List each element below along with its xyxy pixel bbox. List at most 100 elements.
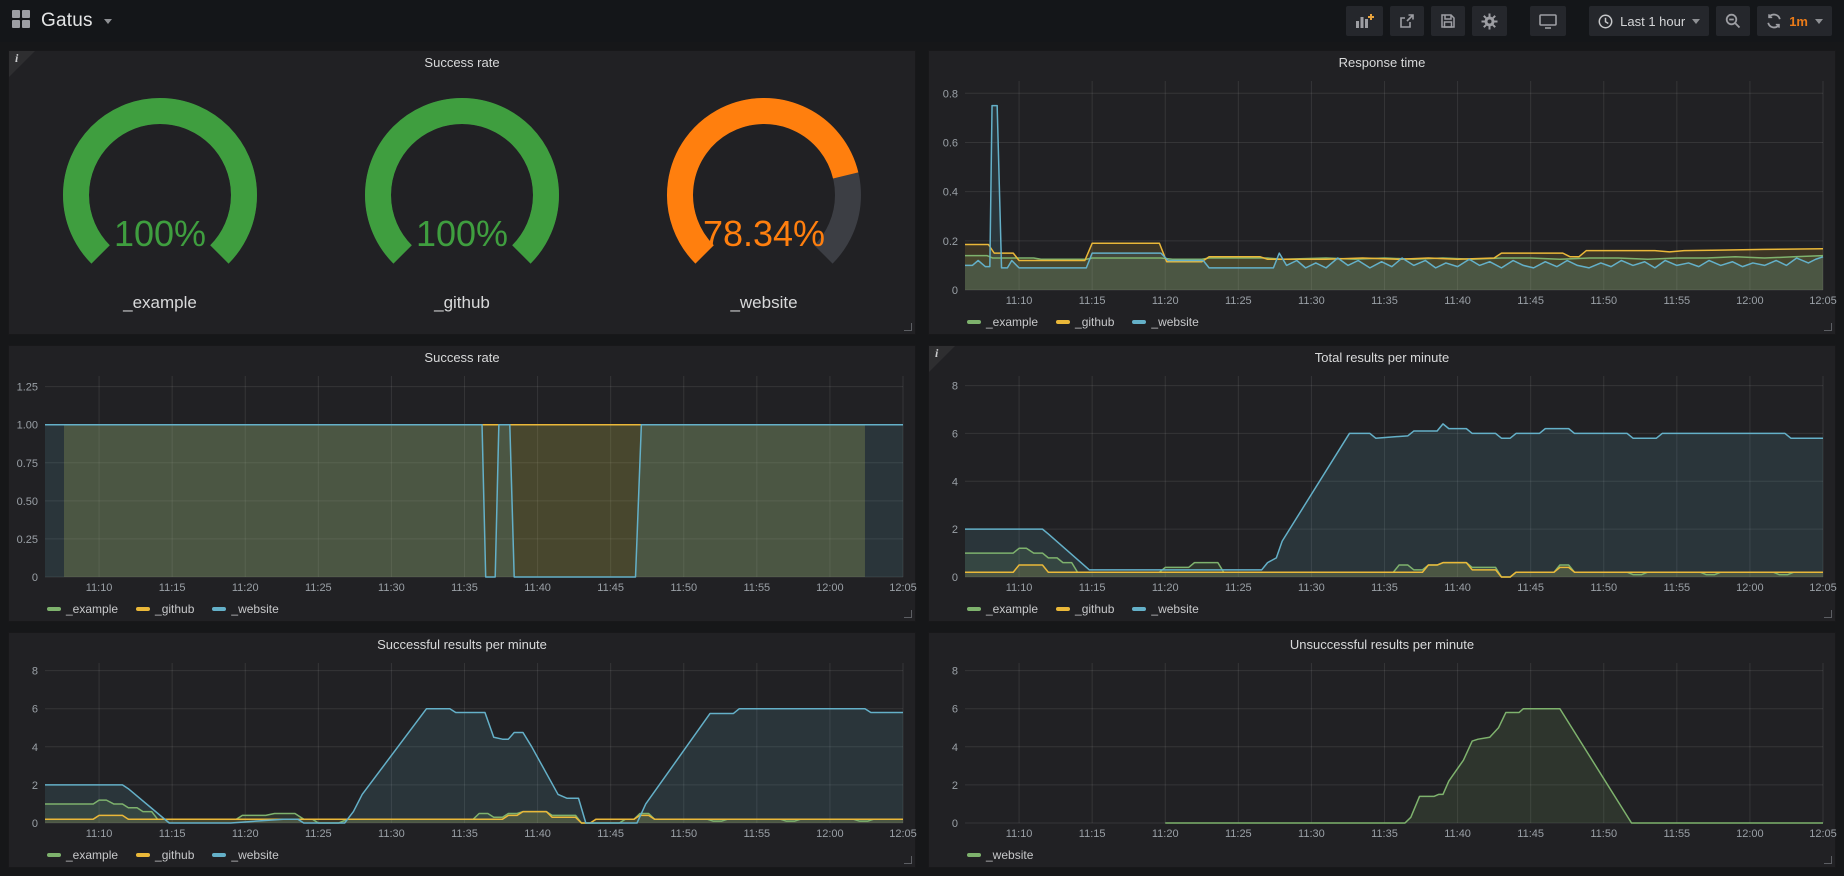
legend-label: _website <box>1151 315 1198 329</box>
svg-text:6: 6 <box>952 704 958 716</box>
legend-item-example[interactable]: _example <box>47 848 118 862</box>
successful-results-chart[interactable]: 11:1011:1511:2011:2511:3011:3511:4011:45… <box>9 657 915 843</box>
legend-item-website[interactable]: _website <box>212 602 278 616</box>
navbar: Gatus Last 1 hour 1m <box>0 0 1844 42</box>
caret-down-icon[interactable] <box>104 19 112 24</box>
svg-text:11:50: 11:50 <box>1590 582 1617 594</box>
svg-text:11:25: 11:25 <box>1225 828 1252 840</box>
legend-item-github[interactable]: _github <box>136 848 194 862</box>
svg-text:11:50: 11:50 <box>1590 828 1617 840</box>
chart-legend: _example _github _website <box>9 843 915 867</box>
save-button[interactable] <box>1431 6 1465 36</box>
dashboard-grid: i Success rate 100%_example100%_github78… <box>0 42 1844 876</box>
svg-text:11:45: 11:45 <box>597 828 624 840</box>
svg-text:11:50: 11:50 <box>1590 295 1617 307</box>
dashboard-title[interactable]: Gatus <box>41 10 93 32</box>
svg-text:11:55: 11:55 <box>1663 828 1690 840</box>
svg-text:11:20: 11:20 <box>1152 582 1179 594</box>
panel-resize-handle[interactable] <box>904 323 912 331</box>
gauge-github[interactable]: 100%_github <box>337 91 587 313</box>
svg-text:11:30: 11:30 <box>378 582 405 594</box>
legend-swatch-icon <box>967 853 981 857</box>
response-time-chart[interactable]: 11:1011:1511:2011:2511:3011:3511:4011:45… <box>929 75 1835 310</box>
gauge-label: _example <box>123 293 197 313</box>
svg-text:11:40: 11:40 <box>1444 828 1471 840</box>
add-panel-icon <box>1355 13 1374 29</box>
svg-text:11:15: 11:15 <box>1079 582 1106 594</box>
svg-text:8: 8 <box>952 381 958 393</box>
svg-text:0.25: 0.25 <box>17 534 38 546</box>
dashboard-grid-icon[interactable] <box>12 10 30 33</box>
legend-item-example[interactable]: _example <box>47 602 118 616</box>
panel-resize-handle[interactable] <box>904 610 912 618</box>
legend-item-example[interactable]: _example <box>967 315 1038 329</box>
svg-text:6: 6 <box>952 428 958 440</box>
settings-button[interactable] <box>1472 6 1507 36</box>
legend-swatch-icon <box>136 607 150 611</box>
success-rate-chart[interactable]: 11:1011:1511:2011:2511:3011:3511:4011:45… <box>9 370 915 597</box>
legend-label: _github <box>155 848 194 862</box>
unsuccessful-results-chart[interactable]: 11:1011:1511:2011:2511:3011:3511:4011:45… <box>929 657 1835 843</box>
caret-down-icon <box>1692 19 1700 24</box>
panel-title[interactable]: Unsuccessful results per minute <box>929 633 1835 657</box>
svg-text:11:55: 11:55 <box>1663 582 1690 594</box>
gauge-website[interactable]: 78.34%_website <box>639 91 889 313</box>
share-button[interactable] <box>1390 6 1424 36</box>
panel-title[interactable]: Success rate <box>9 346 915 370</box>
svg-text:0: 0 <box>952 572 958 584</box>
caret-down-icon <box>1815 19 1823 24</box>
panel-info-corner-icon[interactable] <box>929 346 955 372</box>
svg-text:11:55: 11:55 <box>743 828 770 840</box>
legend-item-website[interactable]: _website <box>212 848 278 862</box>
svg-text:8: 8 <box>952 666 958 678</box>
panel-successful-results: Successful results per minute 11:1011:15… <box>8 632 916 868</box>
gauge-example[interactable]: 100%_example <box>35 91 285 313</box>
panel-resize-handle[interactable] <box>1824 323 1832 331</box>
panel-title[interactable]: Total results per minute <box>929 346 1835 370</box>
svg-text:11:35: 11:35 <box>451 582 478 594</box>
total-results-chart[interactable]: 11:1011:1511:2011:2511:3011:3511:4011:45… <box>929 370 1835 597</box>
refresh-interval-button[interactable]: 1m <box>1757 6 1832 36</box>
clock-icon <box>1598 14 1613 29</box>
gauge-label: _github <box>434 293 490 313</box>
legend-item-github[interactable]: _github <box>1056 602 1114 616</box>
time-range-button[interactable]: Last 1 hour <box>1589 6 1709 36</box>
svg-text:12:05: 12:05 <box>1809 295 1837 307</box>
zoom-out-button[interactable] <box>1716 6 1750 36</box>
panel-resize-handle[interactable] <box>1824 856 1832 864</box>
svg-text:11:40: 11:40 <box>524 582 551 594</box>
legend-item-website[interactable]: _website <box>1132 315 1198 329</box>
svg-text:6: 6 <box>32 704 38 716</box>
panel-success-rate-gauges: i Success rate 100%_example100%_github78… <box>8 50 916 335</box>
legend-item-example[interactable]: _example <box>967 602 1038 616</box>
panel-info-corner-icon[interactable] <box>9 51 35 77</box>
panel-unsuccessful-results: Unsuccessful results per minute 11:1011:… <box>928 632 1836 868</box>
svg-text:11:30: 11:30 <box>1298 295 1325 307</box>
legend-swatch-icon <box>1132 320 1146 324</box>
svg-text:11:35: 11:35 <box>1371 295 1398 307</box>
svg-text:4: 4 <box>952 742 958 754</box>
gear-icon <box>1481 13 1498 30</box>
legend-item-website[interactable]: _website <box>967 848 1033 862</box>
add-panel-button[interactable] <box>1346 6 1383 36</box>
svg-text:11:30: 11:30 <box>1298 828 1325 840</box>
legend-item-github[interactable]: _github <box>1056 315 1114 329</box>
legend-item-website[interactable]: _website <box>1132 602 1198 616</box>
svg-text:11:15: 11:15 <box>159 582 186 594</box>
svg-text:12:00: 12:00 <box>1736 828 1764 840</box>
svg-text:0: 0 <box>952 285 958 297</box>
legend-item-github[interactable]: _github <box>136 602 194 616</box>
legend-swatch-icon <box>212 607 226 611</box>
panel-resize-handle[interactable] <box>904 856 912 864</box>
panel-title[interactable]: Successful results per minute <box>9 633 915 657</box>
svg-text:0: 0 <box>952 818 958 830</box>
panel-resize-handle[interactable] <box>1824 610 1832 618</box>
legend-label: _website <box>231 602 278 616</box>
panel-title[interactable]: Success rate <box>9 51 915 75</box>
svg-text:0: 0 <box>32 818 38 830</box>
svg-text:0.50: 0.50 <box>17 496 38 508</box>
panel-title[interactable]: Response time <box>929 51 1835 75</box>
svg-text:11:45: 11:45 <box>597 582 624 594</box>
zoom-out-icon <box>1725 13 1741 29</box>
tv-mode-button[interactable] <box>1530 6 1566 36</box>
